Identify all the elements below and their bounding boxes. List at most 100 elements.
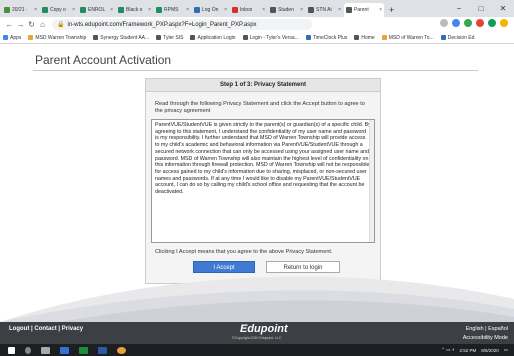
bookmark-icon (381, 35, 387, 40)
bookmarks-bar: Apps MSD Warren Township Synergy Student A… (0, 32, 514, 44)
back-icon[interactable]: ← (4, 20, 15, 29)
tab-close-icon[interactable]: × (379, 7, 382, 13)
clock-time[interactable]: 2:52 PM (459, 348, 476, 353)
edupoint-logo: Edupoint (240, 323, 288, 335)
bookmark-icon (305, 35, 311, 40)
bookmark-label: MSD Warren Township (35, 34, 87, 41)
bookmark-item[interactable]: Login - Tyler's Versa... (242, 34, 299, 41)
tab-label: ENROL (88, 7, 106, 13)
reload-icon[interactable]: ↻ (26, 20, 37, 29)
tab-close-icon[interactable]: × (72, 7, 75, 13)
tab-close-icon[interactable]: × (262, 7, 265, 13)
close-window-button[interactable]: ✕ (492, 0, 514, 17)
tab-favicon-icon (42, 7, 48, 13)
browser-tab[interactable]: STN Ai × (306, 3, 343, 17)
system-tray: ⌃ ▭ ◖ 2:52 PM 8/6/2020 ▭ (436, 344, 508, 356)
tab-close-icon[interactable]: × (224, 7, 227, 13)
browser-tab[interactable]: Log On × (192, 3, 229, 17)
notifications-icon[interactable]: ▭ (504, 347, 508, 353)
language-separator: | (485, 326, 487, 332)
chrome-icon[interactable] (117, 346, 126, 354)
extension-icon[interactable] (452, 19, 460, 27)
page-content: Parent Account Activation Step 1 of 3: P… (0, 44, 514, 322)
url-field[interactable]: 🔒 in-wts.edupoint.com/Framework_PXP.aspx… (52, 19, 312, 30)
page-title: Parent Account Activation (35, 53, 172, 67)
bookmark-item[interactable]: Synergy Student AA... (93, 35, 149, 41)
browser-tab[interactable]: RPMS × (154, 3, 191, 17)
windows-start-icon[interactable] (8, 346, 15, 354)
bookmark-item[interactable]: Home (354, 35, 375, 41)
tab-close-icon[interactable]: × (148, 7, 151, 13)
bookmark-icon (93, 35, 99, 40)
contact-link[interactable]: Contact (34, 326, 56, 332)
excel-icon[interactable] (79, 346, 88, 354)
star-icon[interactable] (440, 19, 448, 27)
bookmark-item[interactable]: MSD Warren Township (28, 35, 86, 41)
tab-favicon-icon (270, 7, 276, 13)
tab-close-icon[interactable]: × (110, 7, 113, 13)
lock-icon: 🔒 (57, 22, 65, 28)
forward-icon[interactable]: → (15, 20, 26, 29)
privacy-link[interactable]: Privacy (62, 326, 83, 332)
tab-label: RPMS (164, 7, 179, 13)
bookmark-label: Decision Ed (447, 34, 475, 41)
spanish-link[interactable]: Español (488, 326, 508, 332)
browser-tab[interactable]: Parent × (344, 3, 384, 17)
privacy-statement-box[interactable]: ParentVUE/StudentVUE is given strictly t… (151, 119, 375, 243)
statement-scrollbar[interactable] (369, 120, 374, 242)
accessibility-mode-link[interactable]: Accessibility Mode (463, 335, 508, 341)
browser-tab[interactable]: ENROL × (78, 3, 115, 17)
tab-close-icon[interactable]: × (186, 7, 189, 13)
tab-favicon-icon (4, 7, 10, 13)
extension-icon[interactable] (476, 19, 484, 27)
tab-label: STN Ai (316, 7, 332, 13)
footer-separator: | (31, 326, 33, 332)
task-view-icon[interactable] (41, 346, 50, 354)
bookmark-label: TimeClock Plus (312, 34, 348, 41)
browser-tab[interactable]: Black o × (116, 3, 153, 17)
tab-list: 20/21 · × Copy o × ENROL × Black o × RPMS × Log On… (2, 3, 385, 17)
bookmark-item[interactable]: Decision Ed (440, 34, 475, 41)
profile-icon[interactable] (500, 19, 508, 27)
bookmark-item[interactable]: Application Login (190, 35, 236, 41)
browser-tab[interactable]: Copy o × (40, 3, 77, 17)
clock-date[interactable]: 8/6/2020 (481, 348, 499, 353)
browser-tab[interactable]: Studen × (268, 3, 305, 17)
bookmark-icon (3, 35, 8, 40)
bookmark-item[interactable]: Tyler SIS (156, 35, 183, 41)
home-icon[interactable]: ⌂ (37, 20, 48, 29)
bookmark-label: MSD of Warren To... (388, 34, 434, 41)
maximize-button[interactable]: □ (470, 0, 492, 17)
english-link[interactable]: English (466, 326, 484, 332)
tab-close-icon[interactable]: × (300, 7, 303, 13)
bookmark-icon (242, 35, 248, 40)
browser-tab[interactable]: 20/21 · × (2, 3, 39, 17)
bookmark-item[interactable]: Apps (3, 35, 21, 41)
site-footer: Logout | Contact | Privacy Edupoint ©Cop… (0, 322, 514, 344)
tab-favicon-icon (80, 7, 86, 13)
bookmark-item[interactable]: MSD of Warren To... (381, 34, 434, 41)
extension-icon[interactable] (464, 19, 472, 27)
bookmark-label: Login - Tyler's Versa... (249, 34, 299, 41)
search-icon[interactable] (25, 346, 31, 354)
tab-close-icon[interactable]: × (34, 7, 37, 13)
os-taskbar: ⌃ ▭ ◖ 2:52 PM 8/6/2020 ▭ (0, 344, 514, 356)
browser-tab[interactable]: Inbox × (230, 3, 267, 17)
privacy-panel: Step 1 of 3: Privacy Statement Read thro… (145, 78, 381, 284)
word-icon[interactable] (98, 346, 107, 354)
bookmark-icon (156, 35, 162, 40)
tray-icons[interactable]: ⌃ ▭ ◖ (441, 347, 454, 353)
bookmark-item[interactable]: TimeClock Plus (305, 34, 348, 41)
bookmark-icon (28, 35, 34, 40)
bookmark-icon (190, 35, 196, 40)
tab-label: Parent (354, 7, 369, 13)
extension-icons (440, 19, 508, 27)
tab-favicon-icon (308, 7, 314, 13)
new-tab-button[interactable]: + (385, 3, 398, 17)
file-explorer-icon[interactable] (60, 346, 69, 354)
tab-close-icon[interactable]: × (338, 7, 341, 13)
panel-instructions: Read through the following Privacy State… (155, 101, 365, 114)
minimize-button[interactable]: − (448, 0, 470, 17)
logout-link[interactable]: Logout (9, 326, 29, 332)
extension-icon[interactable] (488, 19, 496, 27)
